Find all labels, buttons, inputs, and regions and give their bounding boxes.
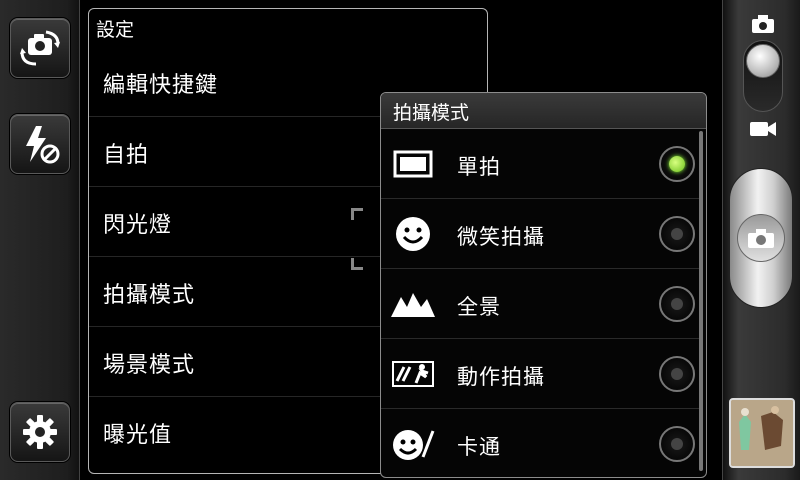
mode-option-label: 卡通 (457, 435, 501, 459)
mode-option-label: 微笑拍攝 (457, 225, 545, 249)
video-mode-icon (750, 122, 776, 136)
right-control-bar (722, 0, 800, 480)
settings-title: 設定 (96, 19, 135, 41)
camera-video-mode-switch[interactable] (743, 40, 783, 112)
setting-label: 拍攝模式 (103, 283, 196, 308)
shutter-button[interactable] (729, 168, 793, 308)
mode-switch-knob[interactable] (746, 44, 780, 78)
thumbnail-image (731, 400, 793, 466)
shooting-mode-popup: 拍攝模式 單拍 微笑拍攝 全景 動作拍攝 卡通 (380, 92, 707, 478)
mode-option-label: 全景 (457, 295, 501, 319)
shutter-camera-icon (748, 229, 774, 248)
popup-header: 拍攝模式 (381, 93, 706, 129)
radio-button[interactable] (659, 286, 695, 322)
focus-bracket (351, 208, 363, 220)
mode-option-panorama[interactable]: 全景 (381, 269, 699, 339)
mode-option-label: 單拍 (457, 155, 501, 179)
radio-button[interactable] (659, 356, 695, 392)
radio-button-selected[interactable] (659, 146, 695, 182)
mode-option-smile-shot[interactable]: 微笑拍攝 (381, 199, 699, 269)
switch-camera-button[interactable] (10, 18, 70, 78)
left-toolbar (0, 0, 80, 480)
radio-button[interactable] (659, 216, 695, 252)
setting-label: 閃光燈 (103, 213, 173, 238)
radio-button[interactable] (659, 426, 695, 462)
settings-button[interactable] (10, 402, 70, 462)
mode-option-single-shot[interactable]: 單拍 (381, 129, 699, 199)
shutter-inner (737, 214, 785, 262)
popup-title: 拍攝模式 (393, 102, 470, 124)
action-shot-icon (391, 354, 435, 394)
mode-option-cartoon[interactable]: 卡通 (381, 409, 699, 477)
popup-scrollbar[interactable] (699, 131, 703, 471)
focus-bracket (351, 258, 363, 270)
gear-icon (23, 415, 57, 449)
flash-button[interactable] (10, 114, 70, 174)
flash-off-icon (26, 126, 60, 164)
camera-switch-icon (20, 30, 60, 66)
gallery-thumbnail[interactable] (729, 398, 795, 468)
panorama-icon (391, 284, 435, 324)
mode-option-label: 動作拍攝 (457, 365, 545, 389)
setting-label: 場景模式 (103, 353, 196, 378)
mode-option-action-shot[interactable]: 動作拍攝 (381, 339, 699, 409)
setting-label: 曝光值 (103, 423, 173, 448)
single-shot-icon (391, 144, 435, 184)
cartoon-icon (391, 424, 435, 464)
setting-label: 自拍 (103, 143, 150, 168)
camera-mode-icon (752, 15, 774, 33)
smile-icon (391, 214, 435, 254)
setting-label: 編輯快捷鍵 (103, 73, 219, 98)
